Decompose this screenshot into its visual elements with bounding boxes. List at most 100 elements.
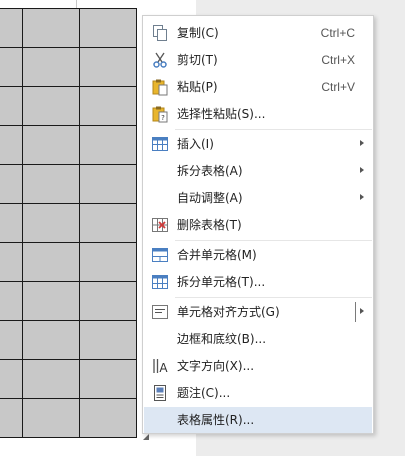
- table-cell[interactable]: [79, 281, 137, 321]
- menu-item-label: 表格属性(R)...: [177, 413, 255, 427]
- table-cell[interactable]: [79, 125, 137, 165]
- table-cell[interactable]: [0, 203, 23, 243]
- table-row: [0, 164, 137, 204]
- menu-separator: [175, 240, 372, 241]
- svg-text:A: A: [159, 361, 168, 375]
- table-cell[interactable]: [22, 125, 80, 165]
- menu-item-label: 文字方向(X)...: [177, 359, 255, 373]
- menu-item-autofit[interactable]: 自动调整(A): [144, 185, 372, 211]
- menu-item-caption[interactable]: 题注(C)...: [144, 380, 372, 406]
- submenu-arrow-icon: [360, 140, 364, 146]
- table-cell[interactable]: [22, 242, 80, 282]
- table-row: [0, 86, 137, 126]
- menu-item-label: 拆分单元格(T)...: [177, 275, 266, 289]
- menu-item-label: 自动调整(A): [177, 191, 243, 205]
- menu-item-merge-cells[interactable]: 合并单元格(M): [144, 242, 372, 268]
- table-cell[interactable]: [22, 47, 80, 87]
- menu-separator: [175, 129, 372, 130]
- table-cell[interactable]: [0, 281, 23, 321]
- menu-item-label: 题注(C)...: [177, 386, 231, 400]
- table-cell[interactable]: [22, 164, 80, 204]
- menu-item-label: 单元格对齐方式(G): [177, 305, 280, 319]
- table-cell[interactable]: [79, 203, 137, 243]
- table-cell[interactable]: [0, 47, 23, 87]
- menu-item-copy[interactable]: 复制(C) Ctrl+C: [144, 20, 372, 46]
- document-table[interactable]: [0, 8, 137, 438]
- menu-item-paste-special[interactable]: ? 选择性粘贴(S)...: [144, 101, 372, 127]
- submenu-divider: [355, 302, 356, 322]
- table-cell[interactable]: [0, 8, 23, 48]
- menu-item-cell-alignment[interactable]: 单元格对齐方式(G): [144, 299, 372, 325]
- text-direction-icon: A: [153, 359, 168, 375]
- menu-item-split-cells[interactable]: 拆分单元格(T)...: [144, 269, 372, 295]
- menu-item-delete-table[interactable]: 删除表格(T): [144, 212, 372, 238]
- table-row: [0, 359, 137, 399]
- table-row: [0, 281, 137, 321]
- table-cell[interactable]: [22, 8, 80, 48]
- scissors-icon: [153, 52, 167, 68]
- table-cell[interactable]: [0, 164, 23, 204]
- table-resize-handle[interactable]: [142, 433, 150, 441]
- menu-item-label: 拆分表格(A): [177, 164, 243, 178]
- menu-item-label: 边框和底纹(B)...: [177, 332, 267, 346]
- shortcut-text: Ctrl+V: [321, 80, 355, 94]
- table-cell[interactable]: [0, 320, 23, 360]
- merge-cells-icon: [152, 248, 168, 262]
- table-row: [0, 8, 137, 48]
- table-cell[interactable]: [22, 86, 80, 126]
- menu-item-cut[interactable]: 剪切(T) Ctrl+X: [144, 47, 372, 73]
- table-cell[interactable]: [79, 47, 137, 87]
- table-cell[interactable]: [22, 359, 80, 399]
- menu-item-table-properties[interactable]: 表格属性(R)...: [144, 407, 372, 433]
- caption-icon: [154, 385, 166, 401]
- split-cells-icon: [152, 275, 168, 289]
- table-row: [0, 203, 137, 243]
- menu-item-paste[interactable]: 粘贴(P) Ctrl+V: [144, 74, 372, 100]
- delete-table-icon: [152, 218, 168, 232]
- table-cell[interactable]: [22, 320, 80, 360]
- menu-item-split-table[interactable]: 拆分表格(A): [144, 158, 372, 184]
- table-cell[interactable]: [0, 125, 23, 165]
- table-cell[interactable]: [79, 86, 137, 126]
- table-cell[interactable]: [22, 398, 80, 438]
- copy-icon: [153, 25, 167, 41]
- svg-text:?: ?: [161, 114, 165, 122]
- table-cell[interactable]: [79, 8, 137, 48]
- table-cell[interactable]: [79, 242, 137, 282]
- menu-item-label: 插入(I): [177, 137, 214, 151]
- table-cell[interactable]: [22, 203, 80, 243]
- table-cell[interactable]: [0, 359, 23, 399]
- menu-item-label: 选择性粘贴(S)...: [177, 107, 266, 121]
- menu-item-label: 合并单元格(M): [177, 248, 257, 262]
- menu-item-insert[interactable]: 插入(I): [144, 131, 372, 157]
- table-row: [0, 398, 137, 438]
- shortcut-text: Ctrl+X: [321, 53, 355, 67]
- table-row: [0, 125, 137, 165]
- menu-item-text-direction[interactable]: A 文字方向(X)...: [144, 353, 372, 379]
- table-cell[interactable]: [0, 86, 23, 126]
- menu-item-label: 复制(C): [177, 26, 219, 40]
- table-cell[interactable]: [0, 242, 23, 282]
- context-menu: 复制(C) Ctrl+C 剪切(T) Ctrl+X 粘贴(P) Ctrl+V ?: [142, 15, 374, 434]
- table-cell[interactable]: [79, 320, 137, 360]
- submenu-arrow-icon: [360, 167, 364, 173]
- paste-icon: [152, 79, 168, 96]
- menu-item-label: 删除表格(T): [177, 218, 242, 232]
- table-row: [0, 242, 137, 282]
- menu-separator: [175, 297, 372, 298]
- table-cell[interactable]: [0, 398, 23, 438]
- menu-item-label: 剪切(T): [177, 53, 218, 67]
- table-row: [0, 320, 137, 360]
- table-cell[interactable]: [79, 398, 137, 438]
- page-margin-line: [76, 0, 77, 8]
- submenu-arrow-icon: [360, 194, 364, 200]
- table-cell[interactable]: [79, 359, 137, 399]
- shortcut-text: Ctrl+C: [320, 26, 355, 40]
- paste-special-icon: ?: [152, 106, 168, 123]
- submenu-arrow-icon[interactable]: [360, 308, 364, 314]
- menu-item-borders-shading[interactable]: 边框和底纹(B)...: [144, 326, 372, 352]
- table-row: [0, 47, 137, 87]
- table-cell[interactable]: [79, 164, 137, 204]
- cell-align-icon: [152, 305, 168, 319]
- table-cell[interactable]: [22, 281, 80, 321]
